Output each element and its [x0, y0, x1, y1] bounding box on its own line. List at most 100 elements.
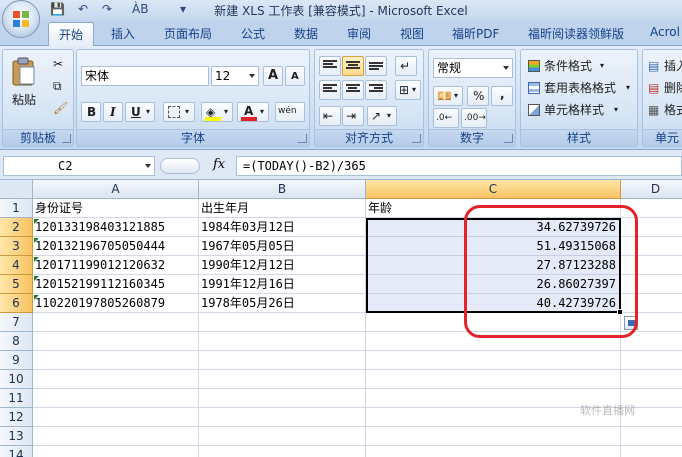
cell-a2[interactable]: 120133198403121885	[35, 218, 198, 237]
cell-b2[interactable]: 1984年03月12日	[201, 218, 365, 237]
conditional-formatting-button[interactable]: 条件格式 ▾	[525, 56, 635, 76]
row-header-12[interactable]: 12	[0, 408, 33, 427]
number-format-combo[interactable]: 常规	[433, 58, 513, 78]
grow-font-button[interactable]: A	[263, 66, 283, 86]
align-top-icon	[323, 60, 337, 72]
insert-cells-button[interactable]: ▤ 插入	[645, 56, 682, 76]
align-bottom-button[interactable]	[365, 56, 387, 76]
row-header-7[interactable]: 7	[0, 313, 33, 332]
align-right-button[interactable]	[365, 80, 387, 100]
tab-insert[interactable]: 插入	[111, 25, 135, 42]
cells-group-label: 单元	[643, 129, 682, 146]
row-header-11[interactable]: 11	[0, 389, 33, 408]
formula-bar-splitter[interactable]	[160, 158, 200, 174]
shrink-font-button[interactable]: A	[285, 66, 305, 86]
align-middle-button[interactable]	[342, 56, 364, 76]
paste-button[interactable]: 粘贴	[7, 54, 41, 114]
cell-b1[interactable]: 出生年月	[201, 199, 365, 218]
number-group-label: 数字	[429, 129, 515, 146]
row-header-4[interactable]: 4	[0, 256, 33, 275]
number-launcher-icon[interactable]	[504, 134, 513, 143]
row-header-10[interactable]: 10	[0, 370, 33, 389]
font-launcher-icon[interactable]	[298, 134, 307, 143]
insert-function-button[interactable]: fx	[213, 157, 225, 172]
increase-decimal-button[interactable]: .0←	[433, 108, 459, 128]
formula-input[interactable]: =(TODAY()-B2)/365	[236, 156, 682, 176]
tab-formulas[interactable]: 公式	[241, 25, 265, 42]
cell-b4[interactable]: 1990年12月12日	[201, 256, 365, 275]
tab-data[interactable]: 数据	[294, 25, 318, 42]
row-header-8[interactable]: 8	[0, 332, 33, 351]
alignment-launcher-icon[interactable]	[412, 134, 421, 143]
italic-button[interactable]: I	[103, 102, 123, 122]
row-header-14[interactable]: 14	[0, 446, 33, 457]
tab-review[interactable]: 审阅	[347, 25, 371, 42]
name-box[interactable]: C2	[3, 156, 155, 176]
tab-home[interactable]: 开始	[48, 22, 95, 47]
format-painter-button[interactable]: 🖌	[49, 98, 69, 118]
group-clipboard: 粘贴 ✂ ⧉ 🖌 剪贴板	[2, 49, 74, 147]
row-header-13[interactable]: 13	[0, 427, 33, 446]
cell-a5[interactable]: 120152199112160345	[35, 275, 198, 294]
row-header-2[interactable]: 2	[0, 218, 33, 237]
tab-view[interactable]: 视图	[400, 25, 424, 42]
percent-button[interactable]: %	[467, 86, 489, 106]
delete-cells-button[interactable]: ▤ 删除	[645, 78, 682, 98]
phonetic-button[interactable]: wén	[275, 102, 305, 122]
decrease-decimal-button[interactable]: .00→	[461, 108, 487, 128]
font-color-button[interactable]: A ▾	[237, 102, 269, 122]
format-as-table-button[interactable]: 套用表格格式 ▾	[525, 78, 635, 98]
merge-center-button[interactable]: ⊞ ▾	[395, 80, 421, 100]
cell-styles-button[interactable]: 单元格样式 ▾	[525, 100, 635, 120]
column-header-d[interactable]: D	[621, 180, 682, 199]
cell-a6[interactable]: 110220197805260879	[35, 294, 198, 313]
cell-b5[interactable]: 1991年12月16日	[201, 275, 365, 294]
copy-button[interactable]: ⧉	[49, 76, 69, 96]
worksheet-grid[interactable]: A B C D 1 2 3 4 5 6 7 8 9 10 11 12 13 14…	[0, 180, 682, 457]
font-size-combo[interactable]: 12	[211, 66, 259, 86]
conditional-formatting-label: 条件格式	[544, 59, 593, 73]
row-header-9[interactable]: 9	[0, 351, 33, 370]
column-header-a[interactable]: A	[33, 180, 199, 199]
column-header-c[interactable]: C	[366, 180, 621, 199]
cell-a3[interactable]: 120132196705050444	[35, 237, 198, 256]
cell-a1[interactable]: 身份证号	[35, 199, 198, 218]
bold-button[interactable]: B	[81, 102, 101, 122]
tab-acrobat[interactable]: Acrol	[650, 25, 680, 39]
borders-button[interactable]: ▾	[163, 102, 195, 122]
align-left-button[interactable]	[319, 80, 341, 100]
tab-foxit-pdf[interactable]: 福昕PDF	[452, 25, 499, 42]
format-cells-button[interactable]: ▦ 格式	[645, 100, 682, 120]
select-all-button[interactable]	[0, 180, 33, 199]
column-header-b[interactable]: B	[199, 180, 366, 199]
align-center-button[interactable]	[342, 80, 364, 100]
tab-page-layout[interactable]: 页面布局	[164, 25, 212, 42]
cell-a4[interactable]: 120171199012120632	[35, 256, 198, 275]
scissors-icon: ✂	[53, 57, 64, 71]
number-format-value: 常规	[437, 61, 462, 75]
row-header-5[interactable]: 5	[0, 275, 33, 294]
decrease-indent-button[interactable]: ⇤	[319, 106, 341, 126]
currency-button[interactable]: 💴 ▾	[433, 86, 463, 106]
underline-button[interactable]: U ▾	[125, 102, 155, 122]
row-header-3[interactable]: 3	[0, 237, 33, 256]
cell-b3[interactable]: 1967年05月05日	[201, 237, 365, 256]
row-header-6[interactable]: 6	[0, 294, 33, 313]
chevron-down-icon: ▾	[626, 83, 631, 92]
align-top-button[interactable]	[319, 56, 341, 76]
comma-style-button[interactable]: ,	[491, 86, 513, 106]
styles-group-label: 样式	[521, 129, 637, 146]
tab-foxit-reader[interactable]: 福昕阅读器领鲜版	[528, 25, 624, 42]
orientation-button[interactable]: ↗ ▾	[367, 106, 397, 126]
font-name-combo[interactable]: 宋体	[81, 66, 209, 86]
clipboard-launcher-icon[interactable]	[62, 134, 71, 143]
increase-indent-button[interactable]: ⇥	[342, 106, 364, 126]
cell-b6[interactable]: 1978年05月26日	[201, 294, 365, 313]
office-button[interactable]	[2, 0, 40, 38]
cut-button[interactable]: ✂	[49, 54, 69, 74]
fill-color-button[interactable]: ◈ ▾	[201, 102, 233, 122]
row-header-1[interactable]: 1	[0, 199, 33, 218]
insert-cells-label: 插入	[664, 59, 682, 73]
wrap-text-button[interactable]: ↵	[395, 56, 417, 76]
group-cells: ▤ 插入 ▤ 删除 ▦ 格式 单元	[642, 49, 682, 147]
